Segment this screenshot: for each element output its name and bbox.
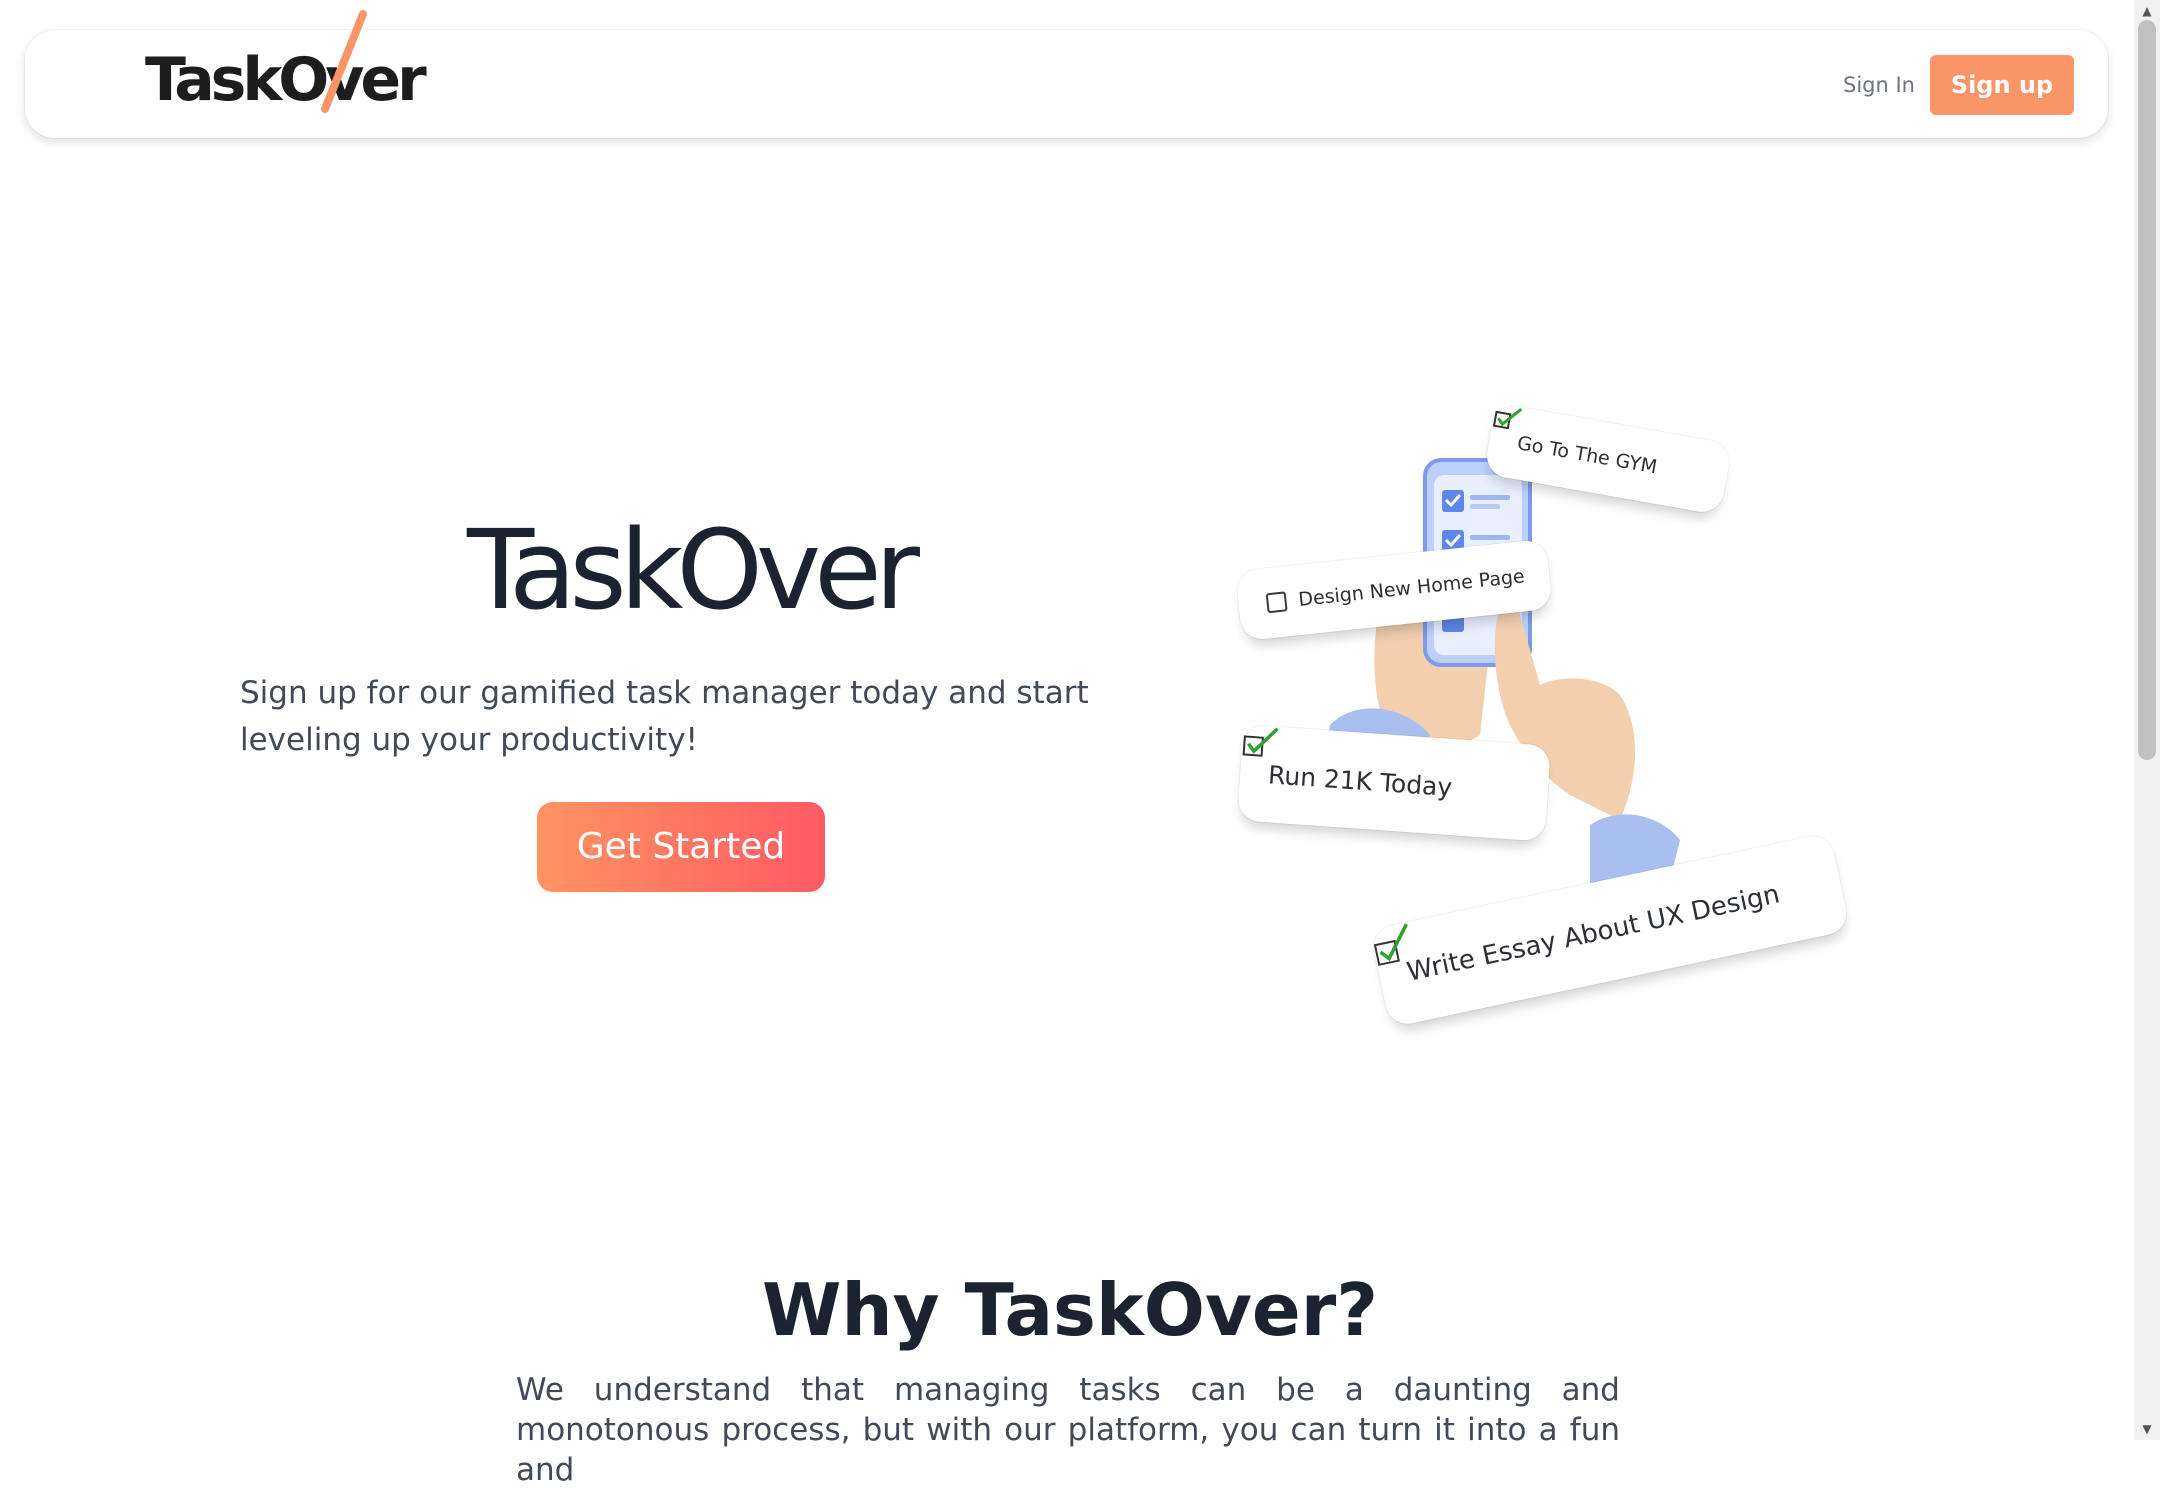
hero-subtitle: Sign up for our gamified task manager to…	[240, 675, 1089, 758]
scroll-up-arrow-icon[interactable]: ▲	[2134, 2, 2160, 20]
hero-title: TaskOver	[467, 506, 920, 634]
scroll-down-arrow-icon[interactable]: ▼	[2134, 1420, 2160, 1438]
scroll-thumb[interactable]	[2138, 20, 2156, 760]
why-section-text: We understand that managing tasks can be…	[516, 1372, 1620, 1488]
top-navbar: TaskOver Sign In Sign up	[25, 10, 2108, 138]
logo-text: TaskOver	[145, 45, 427, 115]
logo[interactable]: TaskOver	[145, 10, 427, 138]
logo-check-icon	[321, 10, 367, 113]
sign-in-link[interactable]: Sign In	[1824, 68, 1934, 102]
task-label: Design New Home Page	[1297, 565, 1526, 611]
hero-illustration: Go To The GYM Design New Home Page Run 2…	[1220, 395, 1870, 1028]
unchecked-box-icon	[1265, 591, 1288, 614]
why-section-title: Why TaskOver?	[761, 1268, 1379, 1352]
page-scrollbar[interactable]: ▲ ▼	[2134, 0, 2160, 1440]
task-label: Go To The GYM	[1515, 432, 1659, 479]
checked-box-icon	[1492, 408, 1523, 430]
get-started-button[interactable]: Get Started	[537, 802, 825, 892]
sign-up-button[interactable]: Sign up	[1930, 55, 2074, 115]
task-label: Run 21K Today	[1267, 759, 1454, 802]
checked-box-icon	[1373, 923, 1408, 966]
checked-box-icon	[1242, 727, 1279, 757]
